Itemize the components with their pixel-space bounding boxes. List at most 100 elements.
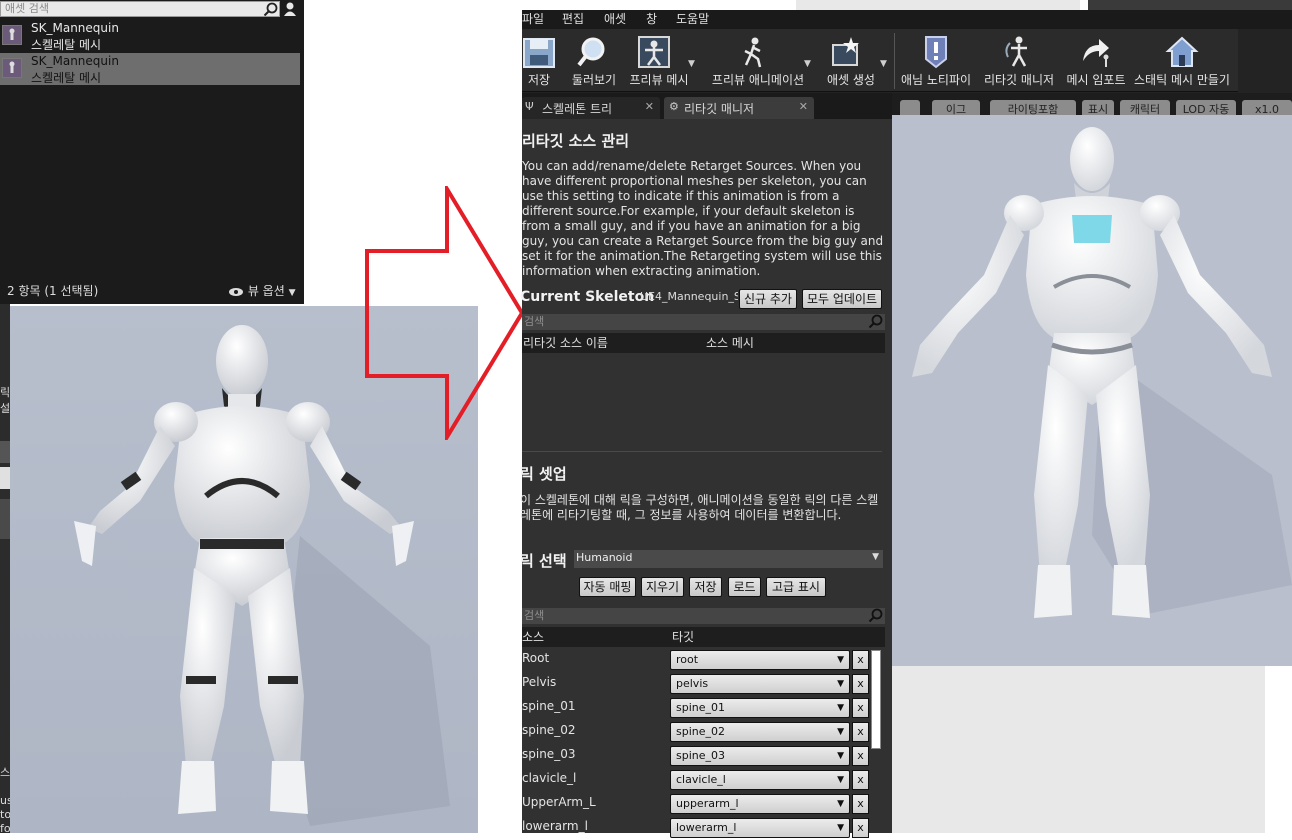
retarget-manager-label: 리타깃 매니저	[983, 73, 1055, 87]
remove-mapping-button[interactable]: x	[852, 650, 869, 670]
preview-mesh-label: 프리뷰 메시	[629, 73, 689, 87]
remove-mapping-button[interactable]: x	[852, 674, 869, 694]
col-source-name[interactable]: 리타깃 소스 이름	[523, 333, 608, 353]
anim-notify-button[interactable]: 애님 노티파이	[900, 31, 972, 91]
chevron-down-icon: ▼	[288, 288, 296, 298]
bone-target-dropdown[interactable]: spine_02 ▼	[670, 722, 850, 742]
bone-target-dropdown[interactable]: pelvis ▼	[670, 674, 850, 694]
skeletal-mesh-thumbnail-icon	[2, 58, 22, 78]
search-icon[interactable]	[868, 608, 884, 624]
save-button[interactable]: 저장	[522, 31, 556, 91]
mesh-import-button[interactable]: 메시 임포트	[1064, 31, 1128, 91]
view-options-button[interactable]: 뷰 옵션 ▼	[228, 282, 296, 299]
user-icon[interactable]	[282, 1, 298, 17]
editor-tab-bar: Ψ 스켈레톤 트리 ✕ ⚙ 리타깃 매니저 ✕	[522, 93, 892, 119]
selection-status: 2 항목 (1 선택됨)	[7, 284, 99, 298]
view-options-label: 뷰 옵션	[247, 284, 285, 298]
save-rig-button[interactable]: 저장	[689, 577, 722, 597]
anim-notify-icon	[925, 36, 947, 69]
col-source-mesh[interactable]: 소스 메시	[706, 333, 754, 353]
bone-target-dropdown[interactable]: spine_01 ▼	[670, 698, 850, 718]
bone-target-value: lowerarm_l	[676, 821, 737, 834]
save-icon	[523, 38, 555, 68]
rig-setup-description: 이 스켈레톤에 대해 릭을 구성하면, 애니메이션을 동일한 릭의 다른 스켈레…	[520, 493, 879, 522]
tab-skeleton-tree[interactable]: Ψ 스켈레톤 트리 ✕	[522, 97, 660, 119]
make-static-mesh-label: 스태틱 메시 만들기	[1134, 73, 1230, 87]
menu-edit[interactable]: 편집	[562, 10, 584, 29]
retarget-source-search-input[interactable]: 검색	[522, 314, 885, 330]
mannequin-viewport-right[interactable]	[892, 115, 1292, 666]
remove-mapping-button[interactable]: x	[852, 698, 869, 718]
load-rig-button[interactable]: 로드	[728, 577, 761, 597]
auto-mapping-button[interactable]: 자동 매핑	[579, 577, 636, 597]
chevron-down-icon: ▼	[837, 679, 844, 689]
preview-mesh-icon	[638, 36, 670, 68]
content-browser-panel: 애셋 검색 SK_Mannequin 스켈레탈 메시 SK_Mannequin …	[0, 0, 304, 304]
bone-target-dropdown[interactable]: clavicle_l ▼	[670, 770, 850, 790]
asset-search-placeholder: 애셋 검색	[5, 2, 49, 15]
remove-mapping-button[interactable]: x	[852, 794, 869, 814]
divider	[522, 451, 882, 452]
strip-text: 설	[0, 402, 11, 415]
asset-row-selected[interactable]: SK_Mannequin 스켈레탈 메시	[0, 53, 300, 85]
browse-button[interactable]: 둘러보기	[566, 31, 622, 91]
preview-mesh-button[interactable]: ▼ 프리뷰 메시	[626, 31, 695, 91]
bone-target-dropdown[interactable]: spine_03 ▼	[670, 746, 850, 766]
chevron-down-icon: ▼	[837, 799, 844, 809]
retarget-manager-button[interactable]: 리타깃 매니저	[982, 31, 1056, 91]
bone-target-value: clavicle_l	[676, 773, 726, 786]
close-icon[interactable]: ✕	[799, 100, 808, 113]
chevron-down-icon[interactable]: ▼	[688, 59, 695, 69]
remove-mapping-button[interactable]: x	[852, 746, 869, 766]
search-placeholder: 검색	[524, 315, 545, 328]
rig-select-dropdown[interactable]: Humanoid ▼	[574, 550, 883, 568]
bone-mapping-row: Root root ▼ x	[522, 648, 882, 672]
make-static-mesh-button[interactable]: 스태틱 메시 만들기	[1134, 31, 1230, 91]
preview-animation-button[interactable]: ▼ 프리뷰 애니메이션	[708, 31, 811, 91]
col-target[interactable]: 타깃	[672, 627, 694, 647]
chevron-down-icon: ▼	[837, 823, 844, 833]
bone-target-value: spine_03	[676, 749, 726, 762]
search-icon[interactable]	[868, 314, 884, 330]
strip-button[interactable]	[0, 467, 10, 489]
bone-mapping-row: lowerarm_l lowerarm_l ▼ x	[522, 816, 882, 840]
skeletal-mesh-thumbnail-icon	[2, 25, 22, 45]
col-source[interactable]: 소스	[522, 627, 544, 647]
create-asset-button[interactable]: ▼ 애셋 생성	[820, 31, 887, 91]
mesh-import-label: 메시 임포트	[1066, 73, 1126, 87]
chevron-down-icon[interactable]: ▼	[880, 59, 887, 69]
make-static-mesh-icon	[1165, 36, 1199, 67]
menu-file[interactable]: 파일	[522, 10, 544, 29]
tab-retarget-manager[interactable]: ⚙ 리타깃 매니저 ✕	[664, 97, 814, 119]
clear-button[interactable]: 지우기	[641, 577, 684, 597]
bone-source-name: Pelvis	[522, 675, 557, 689]
asset-type: 스켈레탈 메시	[31, 38, 102, 52]
bone-target-dropdown[interactable]: root ▼	[670, 650, 850, 670]
bone-target-dropdown[interactable]: lowerarm_l ▼	[670, 818, 850, 838]
bone-target-value: spine_01	[676, 701, 726, 714]
selected-rig-value: Humanoid	[576, 551, 633, 564]
remove-mapping-button[interactable]: x	[852, 818, 869, 838]
menu-help[interactable]: 도움말	[676, 10, 709, 29]
asset-row[interactable]: SK_Mannequin 스켈레탈 메시	[0, 20, 300, 52]
update-all-button[interactable]: 모두 업데이트	[802, 289, 882, 309]
preview-animation-label: 프리뷰 애니메이션	[711, 73, 805, 87]
close-icon[interactable]: ✕	[645, 100, 654, 113]
menu-window[interactable]: 창	[646, 10, 657, 29]
right-edge	[1265, 666, 1292, 833]
asset-name: SK_Mannequin	[31, 54, 119, 68]
add-new-source-button[interactable]: 신규 추가	[739, 289, 797, 309]
bone-search-input[interactable]: 검색	[522, 608, 885, 624]
remove-mapping-button[interactable]: x	[852, 722, 869, 742]
current-skeleton-label: Current Skeleton	[520, 289, 655, 305]
show-advanced-button[interactable]: 고급 표시	[766, 577, 826, 597]
bone-source-name: UpperArm_L	[522, 795, 596, 809]
bone-source-name: clavicle_l	[522, 771, 577, 785]
remove-mapping-button[interactable]: x	[852, 770, 869, 790]
asset-search-input[interactable]: 애셋 검색	[0, 1, 280, 17]
select-rig-label: 릭 선택	[520, 552, 567, 570]
bone-target-dropdown[interactable]: upperarm_l ▼	[670, 794, 850, 814]
chevron-down-icon[interactable]: ▼	[804, 59, 811, 69]
search-icon[interactable]	[263, 2, 279, 18]
menu-asset[interactable]: 애셋	[604, 10, 626, 29]
